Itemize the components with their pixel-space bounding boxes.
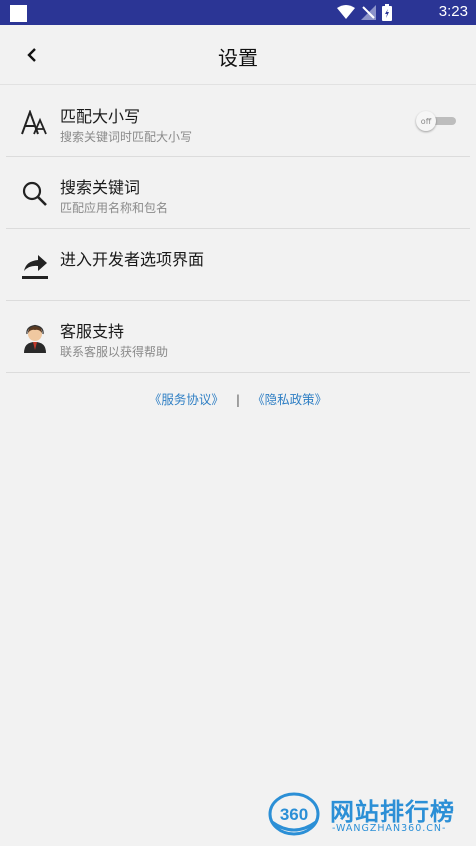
service-agreement-link[interactable]: 《服务协议》 bbox=[149, 392, 224, 407]
page-title: 设置 bbox=[218, 46, 258, 70]
battery-icon bbox=[382, 4, 392, 21]
link-separator: | bbox=[235, 392, 241, 407]
setting-title: 客服支持 bbox=[60, 322, 125, 341]
watermark-url: -WANGZHAN360.CN- bbox=[332, 823, 447, 834]
status-time: 3:23 bbox=[438, 3, 468, 20]
signal-off-icon bbox=[361, 5, 376, 20]
status-icons bbox=[337, 4, 392, 21]
setting-match-case[interactable]: 匹配大小写 搜索关键词时匹配大小写 off bbox=[6, 86, 470, 157]
watermark-logo-text: 360 bbox=[280, 805, 308, 824]
setting-title: 匹配大小写 bbox=[60, 107, 141, 126]
notification-icon bbox=[10, 5, 27, 22]
share-arrow-icon bbox=[18, 249, 52, 283]
wifi-icon bbox=[337, 5, 355, 19]
watermark-logo-icon: 360 bbox=[268, 792, 320, 836]
setting-title: 进入开发者选项界面 bbox=[60, 250, 205, 269]
setting-subtitle: 搜索关键词时匹配大小写 bbox=[60, 130, 193, 144]
watermark: 360 网站排行榜 -WANGZHAN360.CN- bbox=[264, 790, 472, 842]
setting-customer-support[interactable]: 客服支持 联系客服以获得帮助 bbox=[6, 301, 470, 372]
app-header: 设置 bbox=[0, 25, 476, 85]
setting-subtitle: 匹配应用名称和包名 bbox=[60, 201, 169, 215]
setting-subtitle: 联系客服以获得帮助 bbox=[60, 345, 169, 359]
search-icon bbox=[18, 177, 52, 211]
match-case-toggle[interactable]: off bbox=[416, 111, 460, 131]
setting-title: 搜索关键词 bbox=[60, 178, 141, 197]
privacy-policy-link[interactable]: 《隐私政策》 bbox=[252, 392, 327, 407]
header-divider bbox=[0, 84, 476, 85]
font-size-icon bbox=[18, 106, 52, 140]
setting-developer-options[interactable]: 进入开发者选项界面 bbox=[6, 229, 470, 300]
toggle-knob: off bbox=[416, 111, 436, 131]
customer-service-avatar-icon bbox=[18, 321, 52, 355]
status-bar: 3:23 bbox=[0, 0, 476, 25]
setting-search-keyword[interactable]: 搜索关键词 匹配应用名称和包名 bbox=[6, 157, 470, 228]
watermark-name: 网站排行榜 bbox=[330, 798, 455, 826]
row-divider bbox=[6, 372, 470, 373]
policy-links: 《服务协议》 | 《隐私政策》 bbox=[0, 389, 476, 408]
